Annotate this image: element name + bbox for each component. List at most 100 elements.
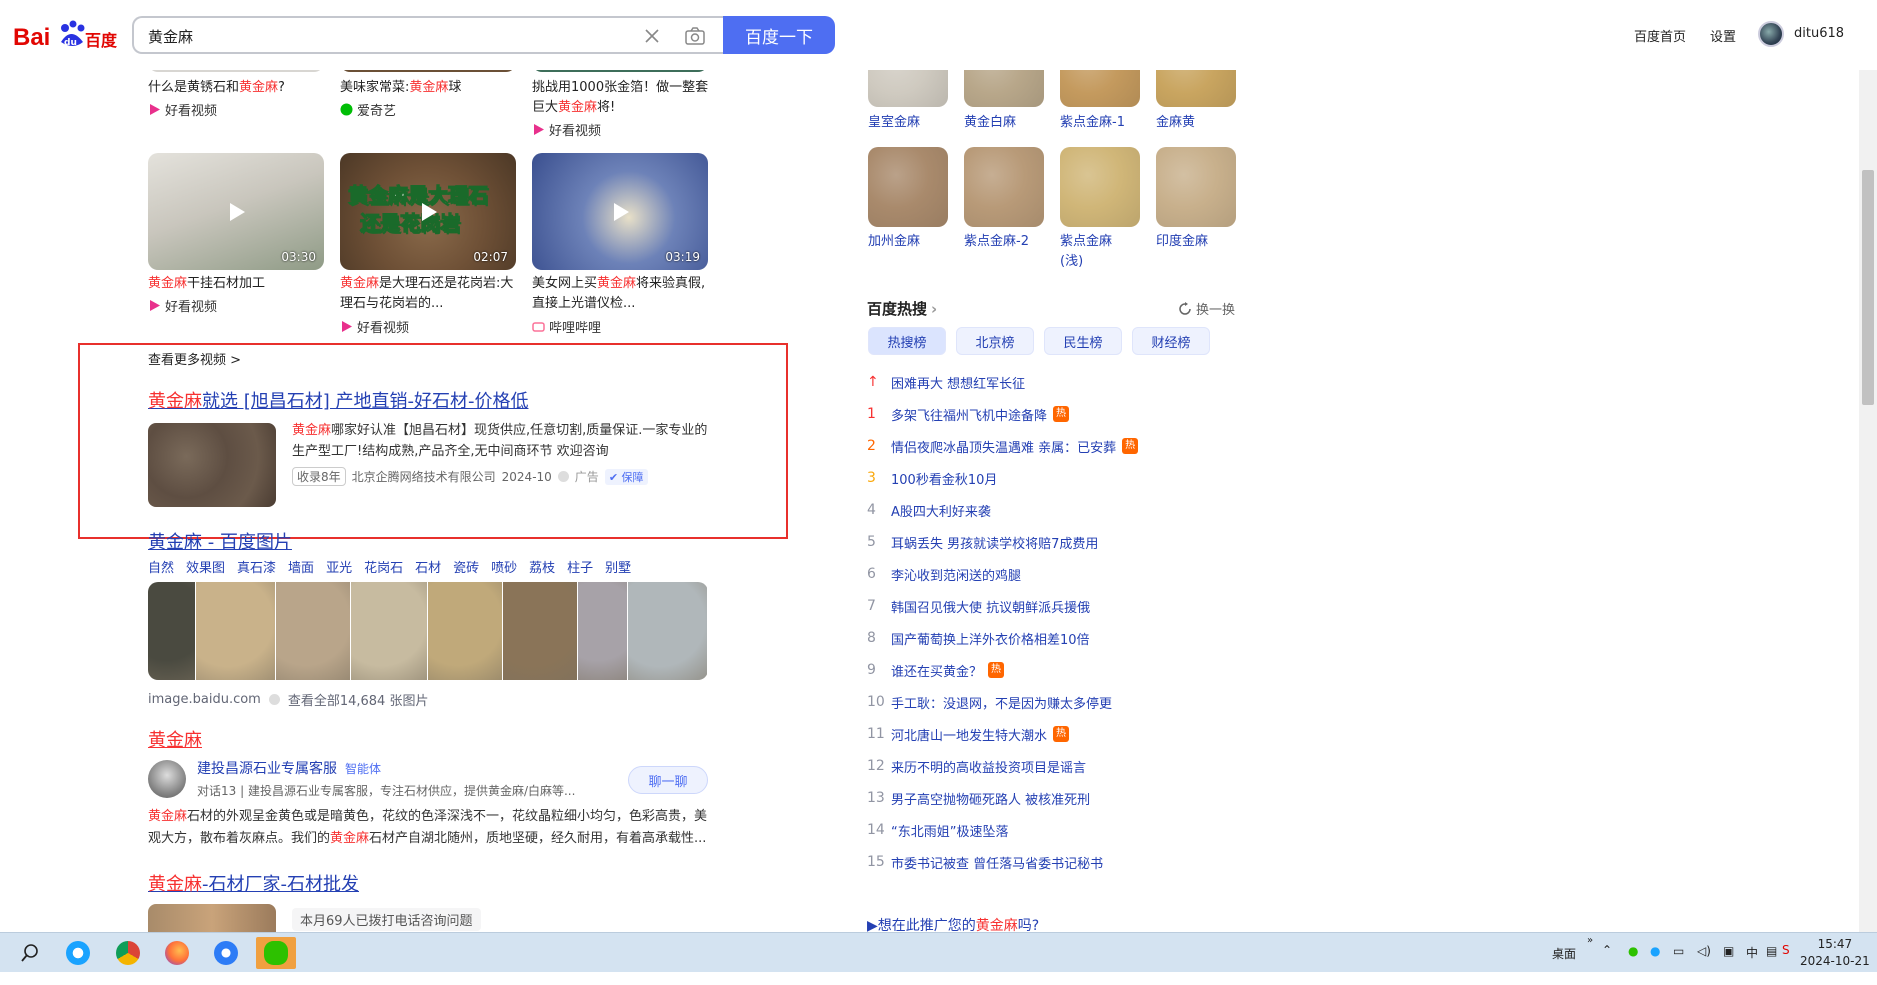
ime-indicator[interactable]: 中: [1746, 944, 1758, 984]
result-image[interactable]: [148, 904, 276, 932]
refresh-button[interactable]: 换一换: [1178, 299, 1235, 318]
hot-text[interactable]: 男子高空抛物砸死路人 被核准死刑: [891, 789, 1090, 808]
image-thumb[interactable]: [428, 582, 503, 680]
hot-text[interactable]: 情侣夜爬冰晶顶失温遇难 亲属：已安葬: [891, 437, 1116, 456]
hot-text[interactable]: 韩国召见俄大使 抗议朝鲜派兵援俄: [891, 597, 1090, 616]
chrome-icon[interactable]: [108, 937, 148, 969]
baidu-home-link[interactable]: 百度首页: [1634, 26, 1686, 45]
hot-text[interactable]: 谁还在买黄金？: [891, 661, 982, 680]
image-thumb[interactable]: [503, 582, 578, 680]
hot-text[interactable]: A股四大利好来袭: [891, 501, 991, 520]
hot-item[interactable]: 12 来历不明的高收益投资项目是谣言: [867, 750, 1267, 782]
stone-image[interactable]: [964, 147, 1044, 227]
qq-icon[interactable]: [58, 937, 98, 969]
scrollbar[interactable]: [1859, 0, 1877, 932]
camera-icon[interactable]: [684, 26, 706, 46]
hot-text[interactable]: 耳蜗丢失 男孩就读学校将赔7成费用: [891, 533, 1098, 552]
wechat-icon[interactable]: [256, 937, 296, 969]
image-thumb[interactable]: [148, 582, 196, 680]
settings-link[interactable]: 设置: [1710, 26, 1736, 45]
desktop-label[interactable]: 桌面: [1552, 945, 1576, 985]
hot-text[interactable]: 手工耿：没退网，不是因为赚太多停更: [891, 693, 1112, 712]
stone-name[interactable]: 紫点金麻-1: [1060, 113, 1152, 133]
stone-name[interactable]: 紫点金麻 (浅): [1060, 232, 1152, 272]
tab-hot[interactable]: 热搜榜: [868, 327, 946, 355]
video-thumb-1[interactable]: 03:30: [148, 153, 324, 270]
result-title[interactable]: 黄金麻: [148, 726, 202, 752]
stone-name[interactable]: 金麻黄: [1156, 113, 1248, 133]
image-source-domain[interactable]: image.baidu.com: [148, 692, 261, 707]
display-icon[interactable]: ▣: [1723, 944, 1734, 984]
hot-item[interactable]: 6 李沁收到范闲送的鸡腿: [867, 558, 1267, 590]
image-tag[interactable]: 喷砂: [491, 557, 517, 576]
tab-livelihood[interactable]: 民生榜: [1044, 327, 1122, 355]
username[interactable]: ditu618: [1794, 26, 1844, 41]
image-tag[interactable]: 墙面: [288, 557, 314, 576]
image-thumb[interactable]: [276, 582, 351, 680]
stone-image[interactable]: [868, 147, 948, 227]
hot-item[interactable]: 11 河北唐山一地发生特大潮水热: [867, 718, 1267, 750]
hot-item[interactable]: 3 100秒看金秋10月: [867, 462, 1267, 494]
image-tag[interactable]: 效果图: [186, 557, 225, 576]
video-thumb-2[interactable]: 黄金麻是大理石 还是花岗岩 02:07: [340, 153, 516, 270]
search-icon[interactable]: [10, 937, 50, 969]
hot-text[interactable]: 市委书记被查 曾任落马省委书记秘书: [891, 853, 1103, 872]
hot-item[interactable]: 14 “东北雨姐”极速坠落: [867, 814, 1267, 846]
hot-item[interactable]: 15 市委书记被查 曾任落马省委书记秘书: [867, 846, 1267, 878]
image-tag[interactable]: 荔枝: [529, 557, 555, 576]
more-icon[interactable]: »: [1587, 935, 1593, 975]
stone-name[interactable]: 印度金麻: [1156, 232, 1248, 252]
tab-beijing[interactable]: 北京榜: [956, 327, 1034, 355]
tab-finance[interactable]: 财经榜: [1132, 327, 1210, 355]
scrollbar-thumb[interactable]: [1862, 170, 1874, 405]
hot-item[interactable]: 5 耳蜗丢失 男孩就读学校将赔7成费用: [867, 526, 1267, 558]
hot-search-title[interactable]: 百度热搜 ›: [867, 298, 937, 319]
hot-item[interactable]: 7 韩国召见俄大使 抗议朝鲜派兵援俄: [867, 590, 1267, 622]
clear-icon[interactable]: [642, 26, 662, 46]
image-thumb[interactable]: [196, 582, 276, 680]
sogou-icon[interactable]: [206, 937, 246, 969]
hot-text[interactable]: 李沁收到范闲送的鸡腿: [891, 565, 1021, 584]
hot-text[interactable]: 河北唐山一地发生特大潮水: [891, 725, 1047, 744]
baidu-logo[interactable]: Bai du 百度: [13, 18, 117, 52]
image-thumb[interactable]: [628, 582, 708, 680]
clock[interactable]: 15:47 2024-10-21: [1800, 936, 1870, 970]
hot-item[interactable]: 4 A股四大利好来袭: [867, 494, 1267, 526]
image-tag[interactable]: 柱子: [567, 557, 593, 576]
image-tag[interactable]: 别墅: [605, 557, 631, 576]
video-title-3[interactable]: 美女网上买黄金麻将来验真假, 直接上光谱仪检...: [532, 274, 712, 314]
hot-item[interactable]: 2 情侣夜爬冰晶顶失温遇难 亲属：已安葬热: [867, 430, 1267, 462]
video-thumb-3[interactable]: 03:19: [532, 153, 708, 270]
video-title-1[interactable]: 黄金麻干挂石材加工: [148, 274, 328, 294]
network-icon[interactable]: ▭: [1673, 944, 1684, 984]
chat-button[interactable]: 聊一聊: [628, 766, 708, 794]
chevron-up-icon[interactable]: ⌃: [1602, 943, 1612, 983]
stone-name[interactable]: 加州金麻: [868, 232, 960, 252]
image-thumb[interactable]: [578, 582, 628, 680]
hot-item[interactable]: 8 国产葡萄换上洋外衣价格相差10倍: [867, 622, 1267, 654]
view-all-images-link[interactable]: 查看全部14,684 张图片: [288, 690, 429, 709]
sync-tray-icon[interactable]: ●: [1650, 944, 1660, 984]
hot-text[interactable]: 多架飞往福州飞机中途备降: [891, 405, 1047, 424]
stone-image[interactable]: [1156, 147, 1236, 227]
hot-item[interactable]: 1 多架飞往福州飞机中途备降热: [867, 398, 1267, 430]
image-thumb[interactable]: [351, 582, 428, 680]
video-title-top-2[interactable]: 美味家常菜:黄金麻球: [340, 78, 520, 98]
image-tag[interactable]: 石材: [415, 557, 441, 576]
stone-name[interactable]: 皇室金麻: [868, 113, 960, 133]
hot-item[interactable]: 9 谁还在买黄金？ 热: [867, 654, 1267, 686]
keyboard-icon[interactable]: ▤: [1766, 944, 1777, 984]
hot-text[interactable]: 100秒看金秋10月: [891, 469, 997, 488]
image-tag[interactable]: 花岗石: [364, 557, 403, 576]
wechat-tray-icon[interactable]: ●: [1628, 944, 1638, 984]
video-title-2[interactable]: 黄金麻是大理石还是花岗岩:大 理石与花岗岩的...: [340, 274, 520, 314]
agent-avatar[interactable]: [148, 760, 186, 798]
image-tag[interactable]: 瓷砖: [453, 557, 479, 576]
result-title[interactable]: 黄金麻-石材厂家-石材批发: [148, 870, 359, 896]
video-title-top-3[interactable]: 挑战用1000张金箔！做一整套 巨大黄金麻将!: [532, 78, 722, 118]
stone-name[interactable]: 黄金白麻: [964, 113, 1056, 133]
user-avatar[interactable]: [1758, 21, 1784, 47]
hot-text[interactable]: 国产葡萄换上洋外衣价格相差10倍: [891, 629, 1090, 648]
sogou-ime-icon[interactable]: S: [1782, 943, 1790, 983]
image-tag[interactable]: 真石漆: [237, 557, 276, 576]
